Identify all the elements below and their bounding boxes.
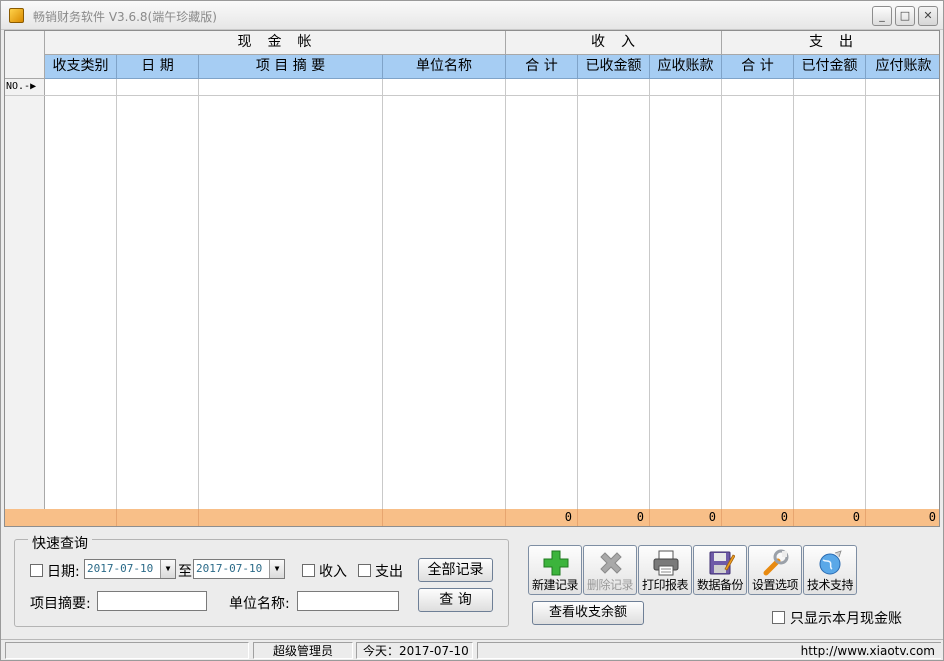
new-record-label: 新建记录 [531, 578, 579, 592]
group-header-expense: 支 出 [722, 31, 939, 55]
tech-support-label: 技术支持 [806, 578, 854, 592]
income-checkbox[interactable] [302, 564, 315, 577]
total-payable: 0 [928, 510, 936, 524]
row-number-label: NO.- [6, 81, 31, 92]
unit-input[interactable] [297, 591, 399, 611]
close-button[interactable]: ✕ [918, 6, 938, 26]
grid-line [505, 79, 506, 509]
group-header-cash: 现 金 帐 [45, 31, 506, 55]
settings-button[interactable]: 设置选项 [748, 545, 802, 595]
grid-line [116, 79, 117, 509]
totals-cell-unit [383, 509, 506, 526]
all-records-button[interactable]: 全部记录 [418, 558, 493, 582]
wrench-icon [763, 549, 789, 576]
grid-line [793, 79, 794, 509]
window-title: 畅销财务软件 V3.6.8(端午珍藏版) [33, 10, 217, 24]
month-only-label: 只显示本月现金账 [790, 611, 902, 627]
app-icon [9, 8, 24, 23]
delete-record-button[interactable]: 删除记录 [583, 545, 637, 595]
column-header-unit[interactable]: 单位名称 [383, 55, 506, 79]
print-report-button[interactable]: 打印报表 [638, 545, 692, 595]
total-income: 0 [506, 509, 578, 526]
quick-query-title: 快速查询 [28, 533, 92, 553]
row-header-column [5, 79, 45, 509]
column-header-received[interactable]: 已收金额 [578, 55, 650, 79]
title-bar: 畅销财务软件 V3.6.8(端午珍藏版) _ □ ✕ [1, 1, 943, 30]
status-panel-empty [5, 642, 249, 659]
current-row-marker-icon: ▶ [30, 81, 37, 92]
tech-support-button[interactable]: 技术支持 [803, 545, 857, 595]
data-backup-button[interactable]: 数据备份 [693, 545, 747, 595]
column-header-summary[interactable]: 项 目 摘 要 [199, 55, 383, 79]
income-label: 收入 [319, 564, 347, 580]
unit-label: 单位名称: [229, 596, 290, 612]
date-to-value: 2017-07-10 [196, 562, 263, 575]
delete-x-icon [600, 552, 622, 574]
column-header-category[interactable]: 收支类别 [45, 55, 117, 79]
group-header-income: 收 入 [506, 31, 722, 55]
totals-cell-date [117, 509, 199, 526]
column-header-income-total[interactable]: 合 计 [506, 55, 578, 79]
summary-input[interactable] [97, 591, 207, 611]
print-report-label: 打印报表 [641, 578, 689, 592]
table-row[interactable] [45, 95, 939, 96]
total-receivable: 0 [650, 509, 722, 526]
status-website[interactable]: http://www.xiaotv.com [477, 642, 941, 659]
column-header-paid[interactable]: 已付金额 [794, 55, 866, 79]
status-today: 今天：2017-07-10 [356, 642, 473, 659]
plus-icon [543, 550, 569, 576]
column-header-expense-total[interactable]: 合 计 [722, 55, 794, 79]
grid-line [577, 79, 578, 509]
total-received: 0 [578, 509, 650, 526]
globe-icon [819, 550, 842, 575]
grid-line [382, 79, 383, 509]
settings-label: 设置选项 [751, 578, 799, 592]
column-header-receivable[interactable]: 应收账款 [650, 55, 722, 79]
new-record-button[interactable]: 新建记录 [528, 545, 582, 595]
date-to-picker[interactable]: 2017-07-10 ▼ [193, 559, 285, 579]
delete-record-label: 删除记录 [586, 578, 634, 592]
totals-cell-category [45, 509, 117, 526]
floppy-disk-icon [709, 551, 735, 575]
view-balance-button[interactable]: 查看收支余额 [532, 601, 644, 625]
status-bar: 超级管理员 今天：2017-07-10 http://www.xiaotv.co… [1, 639, 943, 660]
to-label: 至 [178, 564, 192, 580]
expense-label: 支出 [375, 564, 403, 580]
date-filter-checkbox[interactable] [30, 564, 43, 577]
total-paid: 0 [794, 509, 866, 526]
grid-line [198, 79, 199, 509]
summary-label: 项目摘要: [30, 596, 91, 612]
grid-line [649, 79, 650, 509]
column-header-date[interactable]: 日 期 [117, 55, 199, 79]
date-from-value: 2017-07-10 [87, 562, 154, 575]
grid-corner [5, 31, 45, 79]
minimize-button[interactable]: _ [872, 6, 892, 26]
date-from-picker[interactable]: 2017-07-10 ▼ [84, 559, 176, 579]
chevron-down-icon[interactable]: ▼ [269, 560, 284, 578]
status-user: 超级管理员 [253, 642, 353, 659]
maximize-button[interactable]: □ [895, 6, 915, 26]
query-button[interactable]: 查 询 [418, 588, 493, 612]
date-label: 日期: [47, 564, 80, 580]
total-expense: 0 [722, 509, 794, 526]
month-only-checkbox[interactable] [772, 611, 785, 624]
grid-line [865, 79, 866, 509]
row-header-current[interactable]: NO.-▶ [5, 79, 45, 96]
chevron-down-icon[interactable]: ▼ [160, 560, 175, 578]
column-header-payable[interactable]: 应付账款 [866, 55, 939, 79]
grid-line [721, 79, 722, 509]
records-grid[interactable]: 现 金 帐 收 入 支 出 收支类别 日 期 项 目 摘 要 单位名称 合 计 … [4, 30, 940, 527]
expense-checkbox[interactable] [358, 564, 371, 577]
printer-icon [653, 550, 679, 576]
data-backup-label: 数据备份 [696, 578, 744, 592]
bottom-panel: 快速查询 日期: 2017-07-10 ▼ 至 2017-07-10 ▼ 收入 … [4, 530, 940, 638]
totals-cell-summary [199, 509, 383, 526]
app-window: 畅销财务软件 V3.6.8(端午珍藏版) _ □ ✕ 现 金 帐 收 入 支 出… [0, 0, 944, 661]
